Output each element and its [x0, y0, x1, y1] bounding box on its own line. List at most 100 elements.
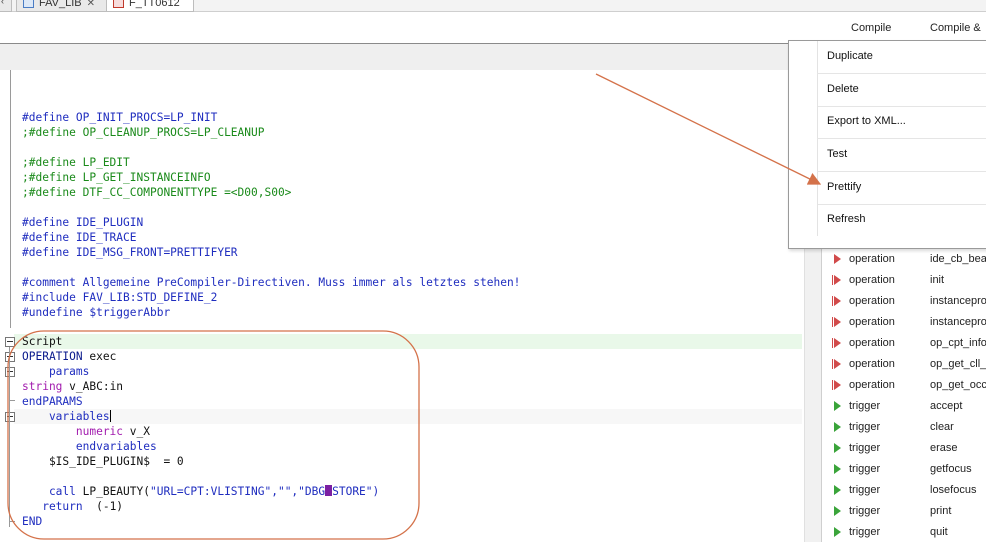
menu-item-prettify[interactable]: Prettify	[817, 172, 986, 204]
menu-item-delete[interactable]: Delete	[817, 74, 986, 106]
code-line: endPARAMS	[22, 395, 83, 408]
trigger-icon	[834, 527, 841, 537]
outline-row[interactable]: operation instancepro	[822, 291, 986, 312]
row-name: erase	[930, 442, 958, 454]
tab-fav-lib[interactable]: FAV_LIB ✕	[16, 0, 112, 12]
row-kind: trigger	[849, 505, 881, 517]
code-line: variables	[22, 409, 111, 424]
row-kind: operation	[849, 337, 895, 349]
operation-icon	[832, 275, 841, 285]
code-line: return (-1)	[22, 499, 123, 514]
form-icon	[113, 0, 124, 8]
fold-toggle-icon[interactable]	[5, 412, 15, 422]
code-line: endvariables	[22, 440, 157, 453]
operation-icon	[832, 359, 841, 369]
tab-label: FAV_LIB	[39, 0, 82, 9]
string-literal: "URL=CPT:VLISTING","","DBG	[149, 485, 326, 498]
gutter-line	[10, 70, 11, 328]
fold-end-marker	[9, 521, 15, 522]
trigger-icon	[834, 464, 841, 474]
operation-icon	[832, 317, 841, 327]
outline-row[interactable]: operation instancepro	[822, 312, 986, 333]
operation-icon	[834, 254, 841, 264]
code-editor[interactable]: #define OP_INIT_PROCS=LP_INIT ;#define O…	[0, 70, 802, 542]
outline-row[interactable]: operation init	[822, 270, 986, 291]
outline-row[interactable]: trigger losefocus	[822, 480, 986, 501]
keyword-operation: OPERATION	[22, 350, 83, 363]
row-name: instancepro	[930, 316, 986, 328]
outline-row[interactable]: trigger erase	[822, 438, 986, 459]
row-name: op_cpt_info	[930, 337, 986, 349]
menu-item-duplicate[interactable]: Duplicate	[817, 41, 986, 73]
editor-tab-bar: ‹ FAV_LIB ✕ F_TT0612	[0, 0, 986, 12]
row-name: op_get_occ_	[930, 379, 986, 391]
code-line: #define IDE_TRACE	[22, 231, 137, 244]
row-name: accept	[930, 400, 963, 412]
trigger-icon	[834, 401, 841, 411]
tab-f-tt0612[interactable]: F_TT0612	[106, 0, 194, 12]
operation-name: exec	[82, 350, 117, 363]
trigger-icon	[834, 506, 841, 516]
row-kind: trigger	[849, 442, 881, 454]
fold-toggle-icon[interactable]	[5, 367, 15, 377]
code-line: ;#define LP_EDIT	[22, 156, 130, 169]
row-kind: trigger	[849, 526, 881, 538]
function-name: LP_BEAUTY(	[75, 485, 150, 498]
code-line: ;#define LP_GET_INSTANCEINFO	[22, 171, 211, 184]
return-value: (-1)	[82, 500, 124, 513]
row-kind: operation	[849, 274, 895, 286]
outline-row[interactable]: operation op_get_cll_h	[822, 354, 986, 375]
fold-toggle-icon[interactable]	[5, 352, 15, 362]
context-menu: Duplicate Delete Export to XML... Test P…	[788, 40, 986, 249]
outline-row[interactable]: operation ide_cb_beau	[822, 249, 986, 270]
keyword-numeric: numeric	[22, 425, 124, 438]
keyword-variables: variables	[22, 410, 110, 423]
row-kind: operation	[849, 295, 895, 307]
param-name: v_ABC:in	[62, 380, 124, 393]
keyword-return: return	[22, 500, 83, 513]
row-name: getfocus	[930, 463, 972, 475]
row-kind: trigger	[849, 484, 881, 496]
row-name: quit	[930, 526, 948, 538]
outline-row[interactable]: trigger clear	[822, 417, 986, 438]
menu-item-export-xml[interactable]: Export to XML...	[817, 106, 986, 138]
trigger-icon	[834, 485, 841, 495]
code-line: ;#define DTF_CC_COMPONENTTYPE =<D00,S00>	[22, 186, 292, 199]
close-icon[interactable]: ✕	[87, 0, 95, 9]
row-kind: operation	[849, 316, 895, 328]
code-line: #comment Allgemeine PreCompiler-Directiv…	[22, 276, 521, 289]
top-toolbar: Compile Compile &	[0, 12, 986, 42]
row-name: ide_cb_beau	[930, 253, 986, 265]
row-name: init	[930, 274, 945, 286]
menu-item-refresh[interactable]: Refresh	[817, 204, 986, 236]
row-kind: trigger	[849, 421, 881, 433]
outline-row[interactable]: trigger accept	[822, 396, 986, 417]
code-line: params	[22, 365, 90, 378]
keyword-call: call	[22, 485, 76, 498]
component-icon	[23, 0, 34, 8]
outline-row[interactable]: trigger quit	[822, 522, 986, 543]
string-literal: STORE")	[332, 485, 380, 498]
variable-name: v_X	[123, 425, 150, 438]
tab-scroll-left[interactable]: ‹	[0, 0, 12, 12]
row-name: op_get_cll_h	[930, 358, 986, 370]
trigger-icon	[834, 443, 841, 453]
tab-label: F_TT0612	[129, 0, 180, 9]
fold-guide	[9, 347, 10, 527]
outline-row[interactable]: trigger print	[822, 501, 986, 522]
operation-icon	[832, 338, 841, 348]
menu-item-test[interactable]: Test	[817, 139, 986, 171]
compile-and-button[interactable]: Compile &	[930, 22, 981, 34]
outline-row[interactable]: operation op_cpt_info	[822, 333, 986, 354]
outline-row[interactable]: trigger getfocus	[822, 459, 986, 480]
code-line: string v_ABC:in	[22, 379, 123, 394]
code-line: $IS_IDE_PLUGIN$ = 0	[22, 455, 184, 468]
current-line-highlight	[14, 334, 802, 349]
fold-toggle-icon[interactable]	[5, 337, 15, 347]
compile-button[interactable]: Compile	[851, 22, 891, 34]
row-kind: trigger	[849, 400, 881, 412]
trigger-icon	[834, 422, 841, 432]
code-line: #define IDE_MSG_FRONT=PRETTIFYER	[22, 246, 238, 259]
outline-row[interactable]: operation op_get_occ_	[822, 375, 986, 396]
keyword-string: string	[22, 380, 63, 393]
